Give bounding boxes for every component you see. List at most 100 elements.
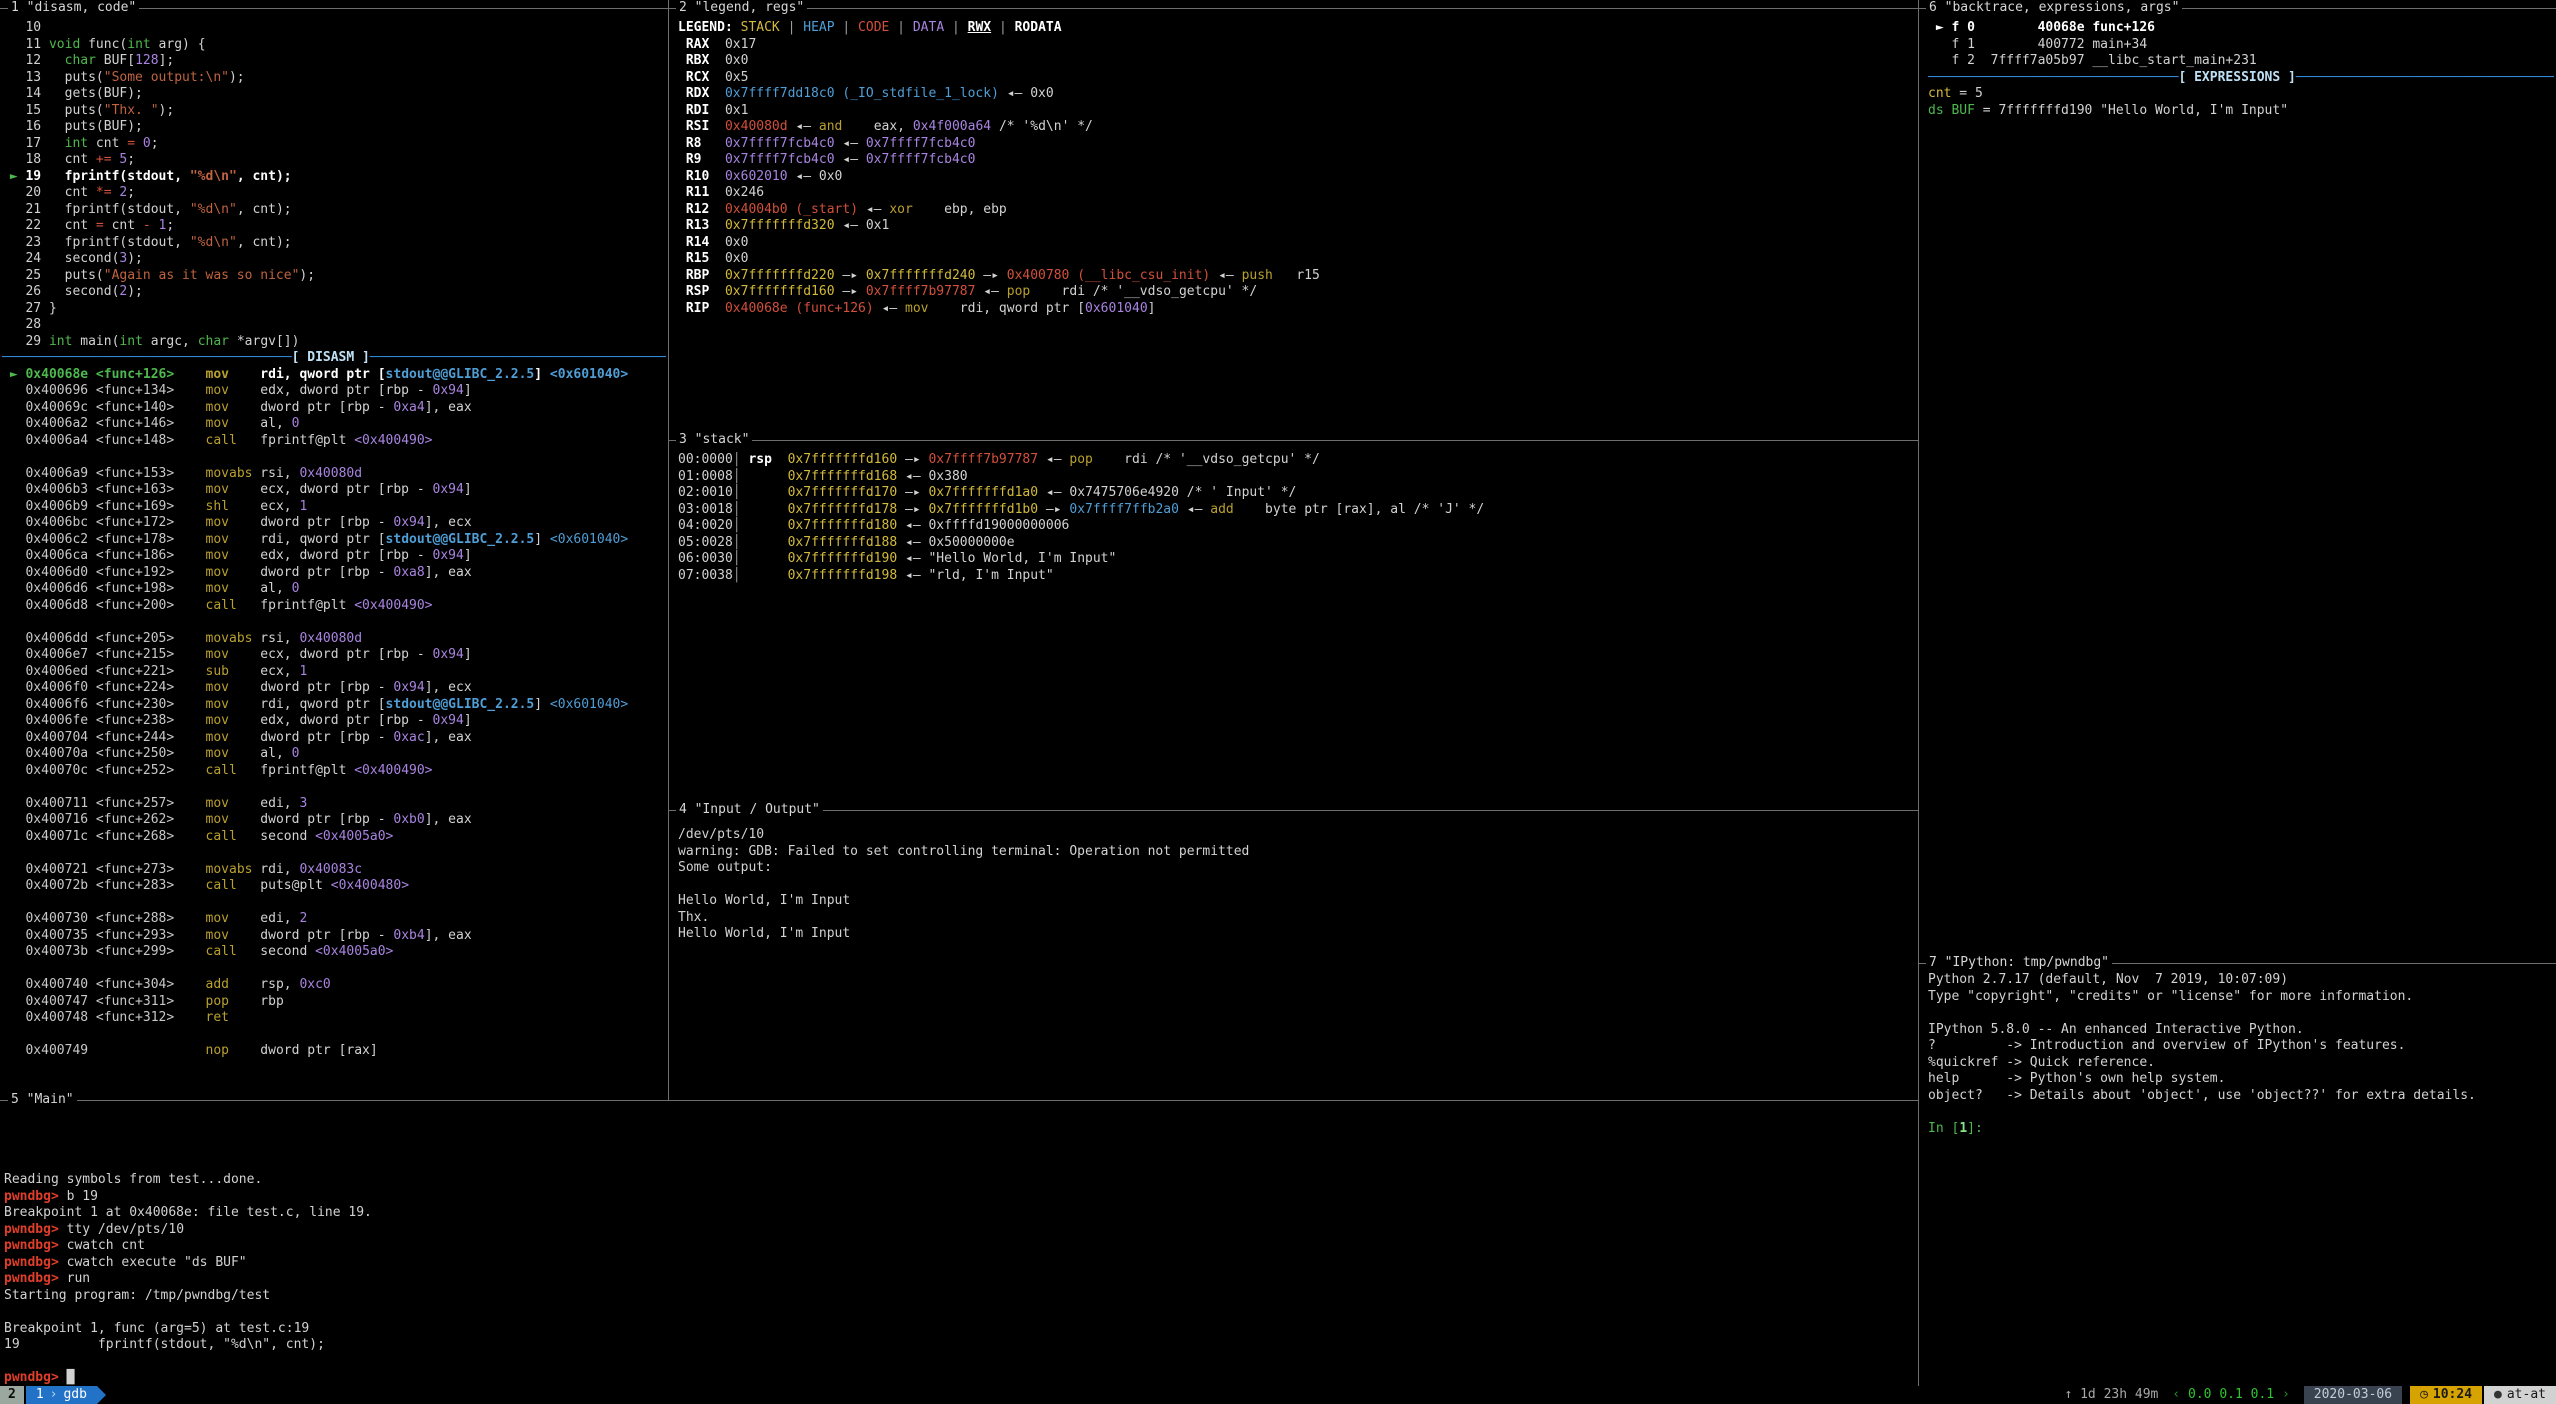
- terminal-line: Starting program: /tmp/pwndbg/test: [4, 1288, 1914, 1305]
- pane-title-input-output: 4 "Input / Output": [676, 802, 823, 818]
- terminal-line: 26 second(2);: [2, 284, 666, 301]
- angle-open-icon: ‹: [2172, 1387, 2180, 1402]
- terminal-line: 19 fprintf(stdout, "%d\n", cnt);: [4, 1337, 1914, 1354]
- terminal-line: Hello World, I'm Input: [678, 893, 1916, 910]
- terminal-line: 0x400716 <func+262> mov dword ptr [rbp -…: [2, 812, 666, 829]
- terminal-line: 0x4006ca <func+186> mov edx, dword ptr […: [2, 548, 666, 565]
- terminal-line: 0x4006e7 <func+215> mov ecx, dword ptr […: [2, 647, 666, 664]
- terminal-line: 0x4006a9 <func+153> movabs rsi, 0x40080d: [2, 466, 666, 483]
- terminal-line: 27 }: [2, 301, 666, 318]
- terminal-line: [2, 614, 666, 631]
- pane-title-backtrace: 6 "backtrace, expressions, args": [1926, 0, 2182, 16]
- terminal-line: R14 0x0: [678, 235, 1916, 252]
- pane-border-vertical-left[interactable]: [668, 0, 669, 1100]
- terminal-line: 0x400748 <func+312> ret: [2, 1010, 666, 1027]
- pane-main-gdb[interactable]: Reading symbols from test...done. pwndbg>…: [4, 1106, 1914, 1385]
- terminal-line: 23 fprintf(stdout, "%d\n", cnt);: [2, 235, 666, 252]
- pane-ipython[interactable]: Python 2.7.17 (default, Nov 7 2019, 10:0…: [1928, 972, 2554, 1384]
- terminal-line: 0x40070a <func+250> mov al, 0: [2, 746, 666, 763]
- terminal-line: Some output:: [678, 860, 1916, 877]
- tmux-status-bar: 2 1›gdb ↑ 1d 23h 49m ‹ 0.0 0.1 0.1 › 202…: [0, 1386, 2556, 1404]
- terminal-line: 11 void func(int arg) {: [2, 37, 666, 54]
- terminal-line: [2, 895, 666, 912]
- terminal-line: Python 2.7.17 (default, Nov 7 2019, 10:0…: [1928, 972, 2554, 989]
- terminal-line: RIP 0x40068e (func+126) ◂— mov rdi, qwor…: [678, 301, 1916, 318]
- terminal-line: 01:0008│ 0x7fffffffd168 ◂— 0x380: [678, 469, 1916, 486]
- terminal-line: ds BUF = 7fffffffd190 "Hello World, I'm …: [1928, 103, 2554, 120]
- terminal-line: Breakpoint 1 at 0x40068e: file test.c, l…: [4, 1205, 1914, 1222]
- terminal-line: 06:0030│ 0x7fffffffd190 ◂— "Hello World,…: [678, 551, 1916, 568]
- terminal-line: 10: [2, 20, 666, 37]
- terminal-line: 0x4006dd <func+205> movabs rsi, 0x40080d: [2, 631, 666, 648]
- terminal-line: pwndbg> run: [4, 1271, 1914, 1288]
- terminal-line: 0x4006fe <func+238> mov edx, dword ptr […: [2, 713, 666, 730]
- terminal-line: 0x400740 <func+304> add rsp, 0xc0: [2, 977, 666, 994]
- status-date: 2020-03-06: [2304, 1386, 2402, 1404]
- terminal-line: 0x4006c2 <func+178> mov rdi, qword ptr […: [2, 532, 666, 549]
- terminal-line: 0x40069c <func+140> mov dword ptr [rbp -…: [2, 400, 666, 417]
- terminal-line: [4, 1106, 1914, 1123]
- pane-stack[interactable]: 00:0000│ rsp 0x7fffffffd160 —▸ 0x7ffff7b…: [678, 452, 1916, 808]
- terminal-line: 0x40073b <func+299> call second <0x4005a…: [2, 944, 666, 961]
- terminal-line: RDX 0x7ffff7dd18c0 (_IO_stdfile_1_lock) …: [678, 86, 1916, 103]
- terminal-line: ─────────────────────────────────────[ D…: [2, 350, 666, 367]
- pane-legend-regs[interactable]: LEGEND: STACK | HEAP | CODE | DATA | RWX…: [678, 20, 1916, 438]
- tmux-window-gdb[interactable]: 1›gdb: [26, 1386, 97, 1404]
- tmux-session-name[interactable]: 2: [0, 1386, 24, 1404]
- terminal-line: 0x400696 <func+134> mov edx, dword ptr […: [2, 383, 666, 400]
- load-average: ‹ 0.0 0.1 0.1 ›: [2172, 1387, 2289, 1404]
- terminal-line: Type "copyright", "credits" or "license"…: [1928, 989, 2554, 1006]
- pane-title-legend-regs: 2 "legend, regs": [676, 0, 807, 16]
- terminal-line: 0x400747 <func+311> pop rbp: [2, 994, 666, 1011]
- terminal-line: [4, 1123, 1914, 1140]
- terminal-line: 20 cnt *= 2;: [2, 185, 666, 202]
- pane-backtrace-expressions[interactable]: ► f 0 40068e func+126 f 1 400772 main+34…: [1928, 20, 2554, 961]
- terminal-line: 00:0000│ rsp 0x7fffffffd160 —▸ 0x7ffff7b…: [678, 452, 1916, 469]
- terminal-line: 25 puts("Again as it was so nice");: [2, 268, 666, 285]
- terminal-line: Reading symbols from test...done.: [4, 1172, 1914, 1189]
- terminal-line: [678, 877, 1916, 894]
- terminal-line: 17 int cnt = 0;: [2, 136, 666, 153]
- terminal-line: R12 0x4004b0 (_start) ◂— xor ebp, ebp: [678, 202, 1916, 219]
- terminal-line: Breakpoint 1, func (arg=5) at test.c:19: [4, 1321, 1914, 1338]
- pane-border-stack[interactable]: [669, 440, 1918, 441]
- terminal-line: 0x4006a4 <func+148> call fprintf@plt <0x…: [2, 433, 666, 450]
- pane-disasm-code[interactable]: 10 11 void func(int arg) { 12 char BUF[1…: [2, 20, 666, 1098]
- terminal-line: R8 0x7ffff7fcb4c0 ◂— 0x7ffff7fcb4c0: [678, 136, 1916, 153]
- time-value: 10:24: [2433, 1387, 2472, 1404]
- terminal-line: 0x4006d0 <func+192> mov dword ptr [rbp -…: [2, 565, 666, 582]
- pane-title-disasm-code: 1 "disasm, code": [8, 0, 139, 16]
- terminal-line: 0x40071c <func+268> call second <0x4005a…: [2, 829, 666, 846]
- terminal-line: Thx.: [678, 910, 1916, 927]
- terminal-line: 0x4006d6 <func+198> mov al, 0: [2, 581, 666, 598]
- terminal-line: [2, 961, 666, 978]
- hostname-value: at-at: [2507, 1387, 2546, 1404]
- host-dot-icon: ●: [2494, 1387, 2502, 1404]
- terminal-line: [4, 1354, 1914, 1371]
- terminal-line: 0x40070c <func+252> call fprintf@plt <0x…: [2, 763, 666, 780]
- terminal-line: [1928, 1104, 2554, 1121]
- terminal-line: 0x4006ed <func+221> sub ecx, 1: [2, 664, 666, 681]
- terminal-line: 0x400735 <func+293> mov dword ptr [rbp -…: [2, 928, 666, 945]
- terminal-line: IPython 5.8.0 -- An enhanced Interactive…: [1928, 1022, 2554, 1039]
- pane-border-main[interactable]: [0, 1100, 1918, 1101]
- terminal-line: 0x400749 nop dword ptr [rax]: [2, 1043, 666, 1060]
- window-index: 1: [36, 1387, 44, 1404]
- terminal-line: RSI 0x40080d ◂— and eax, 0x4f000a64 /* '…: [678, 119, 1916, 136]
- terminal-line: ? -> Introduction and overview of IPytho…: [1928, 1038, 2554, 1055]
- terminal-line: [2, 845, 666, 862]
- terminal-line: 0x4006bc <func+172> mov dword ptr [rbp -…: [2, 515, 666, 532]
- pane-input-output[interactable]: /dev/pts/10warning: GDB: Failed to set c…: [678, 827, 1916, 1098]
- terminal-line: [4, 1304, 1914, 1321]
- tmux-terminal: 1 "disasm, code" 2 "legend, regs" 6 "bac…: [0, 0, 2556, 1404]
- terminal-line: pwndbg> █: [4, 1370, 1914, 1385]
- status-hostname: ● at-at: [2484, 1386, 2556, 1404]
- status-right: ↑ 1d 23h 49m ‹ 0.0 0.1 0.1 › 2020-03-06 …: [2064, 1386, 2556, 1404]
- terminal-line: 16 puts(BUF);: [2, 119, 666, 136]
- terminal-line: RAX 0x17: [678, 37, 1916, 54]
- pane-border-io[interactable]: [669, 810, 1918, 811]
- terminal-line: 29 int main(int argc, char *argv[]): [2, 334, 666, 351]
- terminal-line: 05:0028│ 0x7fffffffd188 ◂— 0x50000000e: [678, 535, 1916, 552]
- clock-icon: ◷: [2420, 1387, 2428, 1404]
- pane-border-vertical-right[interactable]: [1918, 0, 1919, 1386]
